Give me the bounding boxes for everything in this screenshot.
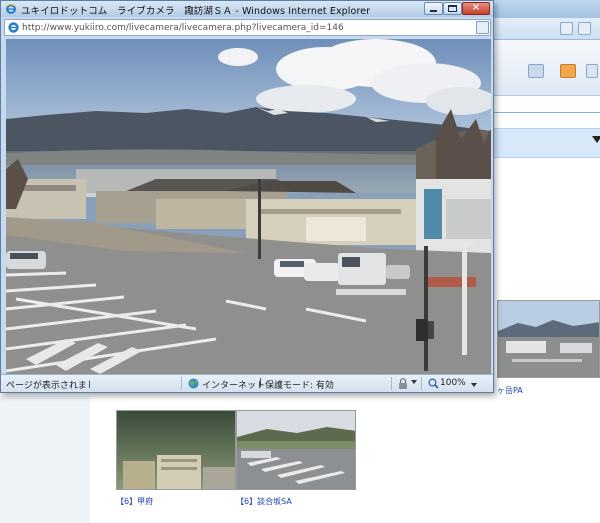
chevron-down-icon[interactable] — [471, 383, 477, 387]
camera-link-sa[interactable]: ヶ岳PA — [497, 385, 523, 396]
popup-titlebar[interactable]: ユキイロドットコム ライブカメラ 諏訪湖ＳＡ - Windows Interne… — [1, 1, 493, 17]
dropdown-arrow-icon[interactable] — [592, 136, 600, 143]
home-icon[interactable] — [528, 64, 544, 78]
globe-icon — [188, 378, 199, 389]
close-icon: × — [471, 2, 481, 13]
protected-mode-status[interactable]: 保護モード: 有効 — [265, 378, 334, 391]
camera-thumbnail-kofu[interactable] — [116, 410, 236, 490]
status-separator — [421, 377, 422, 390]
maximize-icon — [448, 5, 457, 12]
page-icon — [8, 22, 19, 33]
address-input[interactable] — [22, 21, 462, 34]
minimize-button[interactable] — [424, 2, 443, 15]
zone-divider: | — [259, 378, 263, 388]
background-divider — [490, 112, 600, 113]
rss-icon[interactable] — [560, 64, 576, 78]
camera-link-dangozaka[interactable]: 【6】談合坂SA — [236, 496, 292, 507]
refresh-icon[interactable] — [578, 22, 591, 35]
status-bar: ページが表示されました インターネット | 保護モード: 有効 100% — [1, 374, 493, 392]
minimize-icon — [430, 10, 437, 12]
ie-icon — [5, 4, 17, 14]
chevron-down-icon[interactable] — [411, 380, 417, 384]
close-button[interactable]: × — [462, 2, 490, 15]
zoom-icon[interactable] — [428, 378, 439, 389]
status-text: ページが表示されました — [6, 381, 90, 391]
security-zone-text: インターネット — [202, 381, 266, 391]
background-command-bar — [490, 40, 600, 96]
background-left-column — [0, 396, 90, 523]
address-bar[interactable] — [4, 19, 491, 36]
compat-view-icon[interactable] — [476, 21, 489, 34]
camera-thumbnail-sa[interactable] — [497, 300, 600, 378]
print-icon[interactable] — [586, 64, 598, 78]
camera-link-kofu[interactable]: 【6】甲府 — [116, 496, 153, 507]
popup-window-title: ユキイロドットコム ライブカメラ 諏訪湖ＳＡ - Windows Interne… — [21, 6, 371, 17]
lock-icon[interactable] — [397, 378, 409, 389]
page-icon[interactable] — [560, 22, 573, 35]
maximize-button[interactable] — [443, 2, 462, 15]
background-header-band — [490, 128, 600, 158]
popup-browser-window[interactable]: ユキイロドットコム ライブカメラ 諏訪湖ＳＡ - Windows Interne… — [0, 0, 494, 393]
live-camera-image — [6, 39, 491, 374]
zoom-level[interactable]: 100% — [440, 378, 466, 388]
status-separator — [391, 377, 392, 390]
status-separator — [181, 377, 182, 390]
camera-thumbnail-dangozaka[interactable] — [236, 410, 356, 490]
